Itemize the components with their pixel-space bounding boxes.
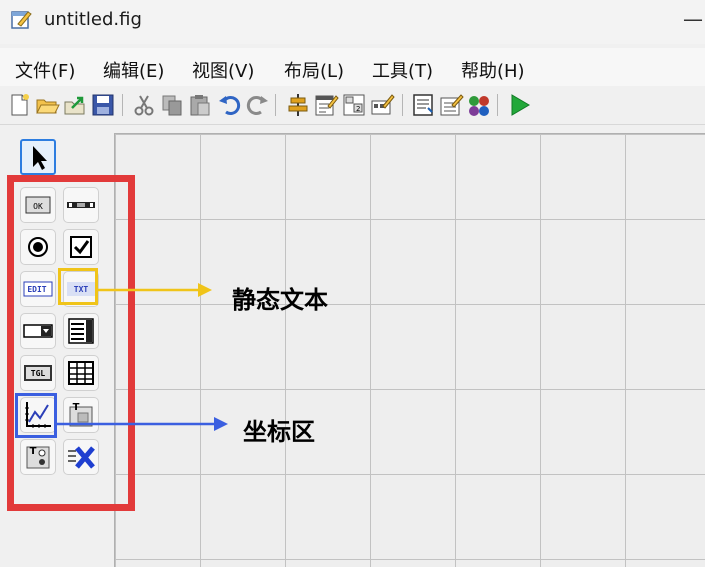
paste-icon[interactable] (187, 92, 213, 118)
panel-tool-label: T (73, 402, 80, 413)
toolbar: 2 (0, 86, 705, 125)
menu-bar: 文件(F) 编辑(E) 视图(V) 布局(L) 工具(T) 帮助(H) (0, 48, 705, 86)
menu-file[interactable]: 文件(F) (15, 57, 75, 83)
object-browser-icon[interactable] (466, 92, 492, 118)
copy-icon[interactable] (159, 92, 185, 118)
figure-file-icon (10, 8, 32, 30)
save-icon[interactable] (90, 92, 116, 118)
menu-layout[interactable]: 布局(L) (284, 57, 344, 83)
cut-icon[interactable] (131, 92, 157, 118)
toggle-button-tool-label: TGL (31, 369, 46, 378)
minimize-button[interactable]: — (683, 8, 705, 30)
static-text-arrow (96, 283, 212, 297)
undo-icon[interactable] (217, 92, 243, 118)
edit-text-tool-label: EDIT (27, 285, 46, 294)
toolbar-editor-icon[interactable] (369, 92, 395, 118)
menu-edit[interactable]: 编辑(E) (103, 57, 164, 83)
window-title: untitled.fig (44, 9, 142, 30)
layout-editor: OK EDIT TXT TGL T T 静态文本 坐标区 (0, 125, 705, 567)
new-icon[interactable] (6, 92, 32, 118)
listbox-tool[interactable] (63, 313, 99, 349)
menu-tools[interactable]: 工具(T) (372, 57, 433, 83)
checkbox-tool[interactable] (63, 229, 99, 265)
button-group-tool[interactable]: T (20, 439, 56, 475)
axes-arrow (56, 417, 228, 431)
radio-button-tool[interactable] (20, 229, 56, 265)
static-text-annotation: 静态文本 (232, 286, 328, 314)
menu-help[interactable]: 帮助(H) (461, 57, 525, 83)
layout-grid-canvas[interactable] (114, 133, 705, 567)
toggle-button-tool[interactable]: TGL (20, 355, 56, 391)
export-icon[interactable] (62, 92, 88, 118)
button-group-tool-label: T (30, 446, 37, 457)
select-tool-button[interactable] (20, 139, 56, 175)
menu-editor-icon[interactable] (313, 92, 339, 118)
open-icon[interactable] (34, 92, 60, 118)
run-icon[interactable] (506, 92, 532, 118)
align-icon[interactable] (285, 92, 311, 118)
toolbar-separator (275, 94, 276, 116)
code-editor-icon[interactable] (410, 92, 436, 118)
push-button-tool[interactable]: OK (20, 187, 56, 223)
title-bar: untitled.fig — (0, 0, 705, 44)
axes-highlight (15, 393, 57, 438)
svg-text:2: 2 (356, 105, 360, 113)
slider-tool[interactable] (63, 187, 99, 223)
toolbar-separator (402, 94, 403, 116)
popup-menu-tool[interactable] (20, 313, 56, 349)
property-inspector-icon[interactable] (438, 92, 464, 118)
redo-icon[interactable] (244, 92, 270, 118)
push-button-tool-label: OK (33, 202, 43, 211)
toolbar-separator (497, 94, 498, 116)
activex-control-tool[interactable] (63, 439, 99, 475)
menu-view[interactable]: 视图(V) (192, 57, 254, 83)
axes-annotation: 坐标区 (243, 418, 315, 446)
tab-order-icon[interactable]: 2 (341, 92, 367, 118)
edit-text-tool[interactable]: EDIT (20, 271, 56, 307)
arrow-cursor-icon (33, 146, 47, 170)
toolbar-separator (122, 94, 123, 116)
table-tool[interactable] (63, 355, 99, 391)
static-text-highlight (58, 268, 98, 305)
